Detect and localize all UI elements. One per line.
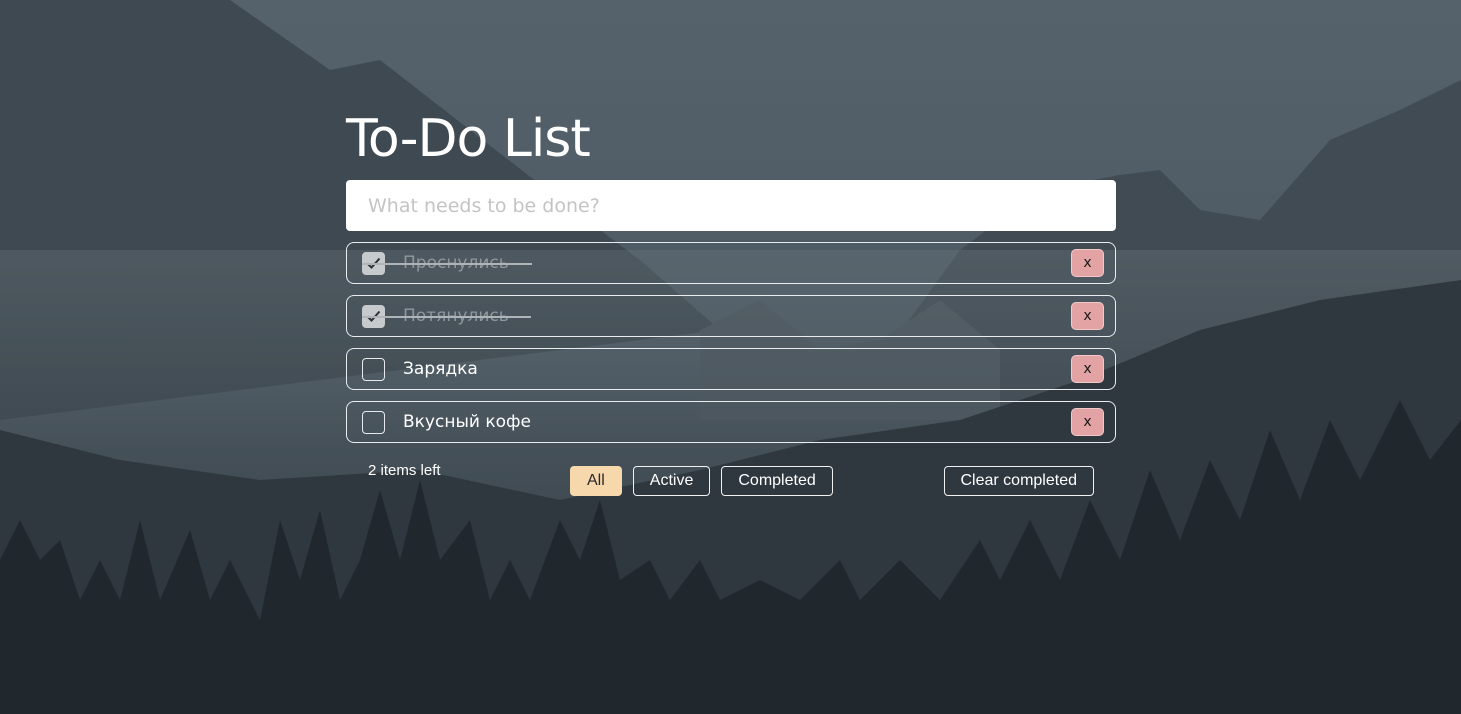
todo-checkbox[interactable] [362,410,385,434]
filter-group: All Active Completed [570,466,833,496]
clear-completed-button[interactable]: Clear completed [943,466,1094,496]
todo-label[interactable]: Проснулись [403,253,509,273]
todo-item: Зарядка x [346,348,1116,390]
delete-todo-button[interactable]: x [1071,249,1104,277]
todo-footer: 2 items left All Active Completed Clear … [346,454,1116,496]
todo-list: Проснулись x Потянулись x Зарядка x Вкус… [346,242,1116,443]
todo-label[interactable]: Зарядка [403,359,478,379]
todo-item: Потянулись x [346,295,1116,337]
delete-todo-button[interactable]: x [1071,408,1104,436]
filter-completed-button[interactable]: Completed [721,466,833,496]
delete-todo-button[interactable]: x [1071,355,1104,383]
new-todo-input[interactable] [346,180,1116,231]
filter-all-button[interactable]: All [570,466,622,496]
check-icon [366,310,381,322]
todo-label[interactable]: Вкусный кофе [403,412,531,432]
todo-checkbox[interactable] [362,304,385,328]
todo-label[interactable]: Потянулись [403,306,509,326]
todo-checkbox[interactable] [362,251,385,275]
check-icon [366,257,381,269]
items-left-count: 2 items left [368,462,441,479]
todo-item: Проснулись x [346,242,1116,284]
todo-checkbox[interactable] [362,357,385,381]
filter-active-button[interactable]: Active [632,466,711,496]
todo-app: To-Do List Проснулись x Потянулись x [346,100,1116,496]
page-title: To-Do List [346,109,591,169]
delete-todo-button[interactable]: x [1071,302,1104,330]
todo-item: Вкусный кофе x [346,401,1116,443]
